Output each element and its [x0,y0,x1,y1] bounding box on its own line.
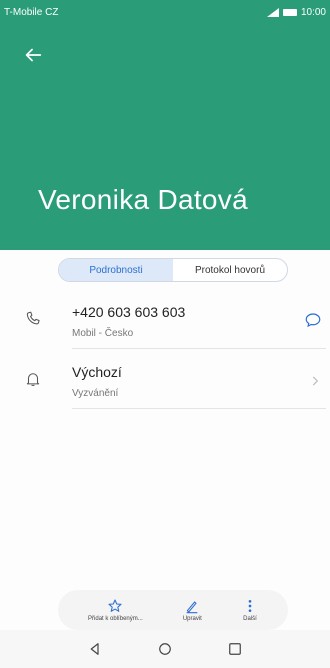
status-bar: T-Mobile CZ 10:00 [0,0,330,24]
phone-type: Mobil - Česko [72,328,134,339]
tab-call-log[interactable]: Protokol hovorů [173,259,287,281]
add-to-favorites-label: Přidat k oblíbeným... [88,616,143,622]
more-button[interactable]: Další [242,598,258,622]
system-navigation-bar [0,630,330,668]
status-indicators: 10:00 [266,6,326,18]
edit-button[interactable]: Upravit [183,598,202,622]
chevron-right-icon [312,376,319,386]
pencil-icon [187,601,198,614]
phone-number-row[interactable]: +420 603 603 603 Mobil - Česko [0,296,330,348]
add-to-favorites-button[interactable]: Přidat k oblíbeným... [88,598,143,622]
tab-details[interactable]: Podrobnosti [59,259,173,281]
star-icon [108,599,122,612]
contact-action-bar: Přidat k oblíbeným... Upravit Další [58,590,288,630]
more-label: Další [243,616,257,622]
divider [72,348,326,349]
tab-bar: Podrobnosti Protokol hovorů [58,258,288,282]
message-icon[interactable] [304,311,322,329]
ringtone-row[interactable]: Výchozí Vyzvánění [0,356,330,408]
home-circle-icon[interactable] [156,640,174,658]
back-arrow-icon[interactable] [22,44,44,66]
contact-header: T-Mobile CZ 10:00 Veronika Datová [0,0,330,250]
battery-icon [282,8,297,16]
signal-icon [266,7,279,17]
ringtone-value: Výchozí [72,364,122,380]
ringtone-label: Vyzvánění [72,388,119,399]
more-vertical-icon [248,600,252,612]
carrier-label: T-Mobile CZ [4,6,59,18]
phone-icon [26,311,40,325]
phone-number: +420 603 603 603 [72,304,186,320]
back-triangle-icon[interactable] [86,640,104,658]
contact-name: Veronika Datová [38,184,248,215]
bell-icon [26,373,40,386]
recents-square-icon[interactable] [226,640,244,658]
edit-label: Upravit [182,616,202,622]
clock: 10:00 [300,6,326,18]
divider [72,408,326,409]
